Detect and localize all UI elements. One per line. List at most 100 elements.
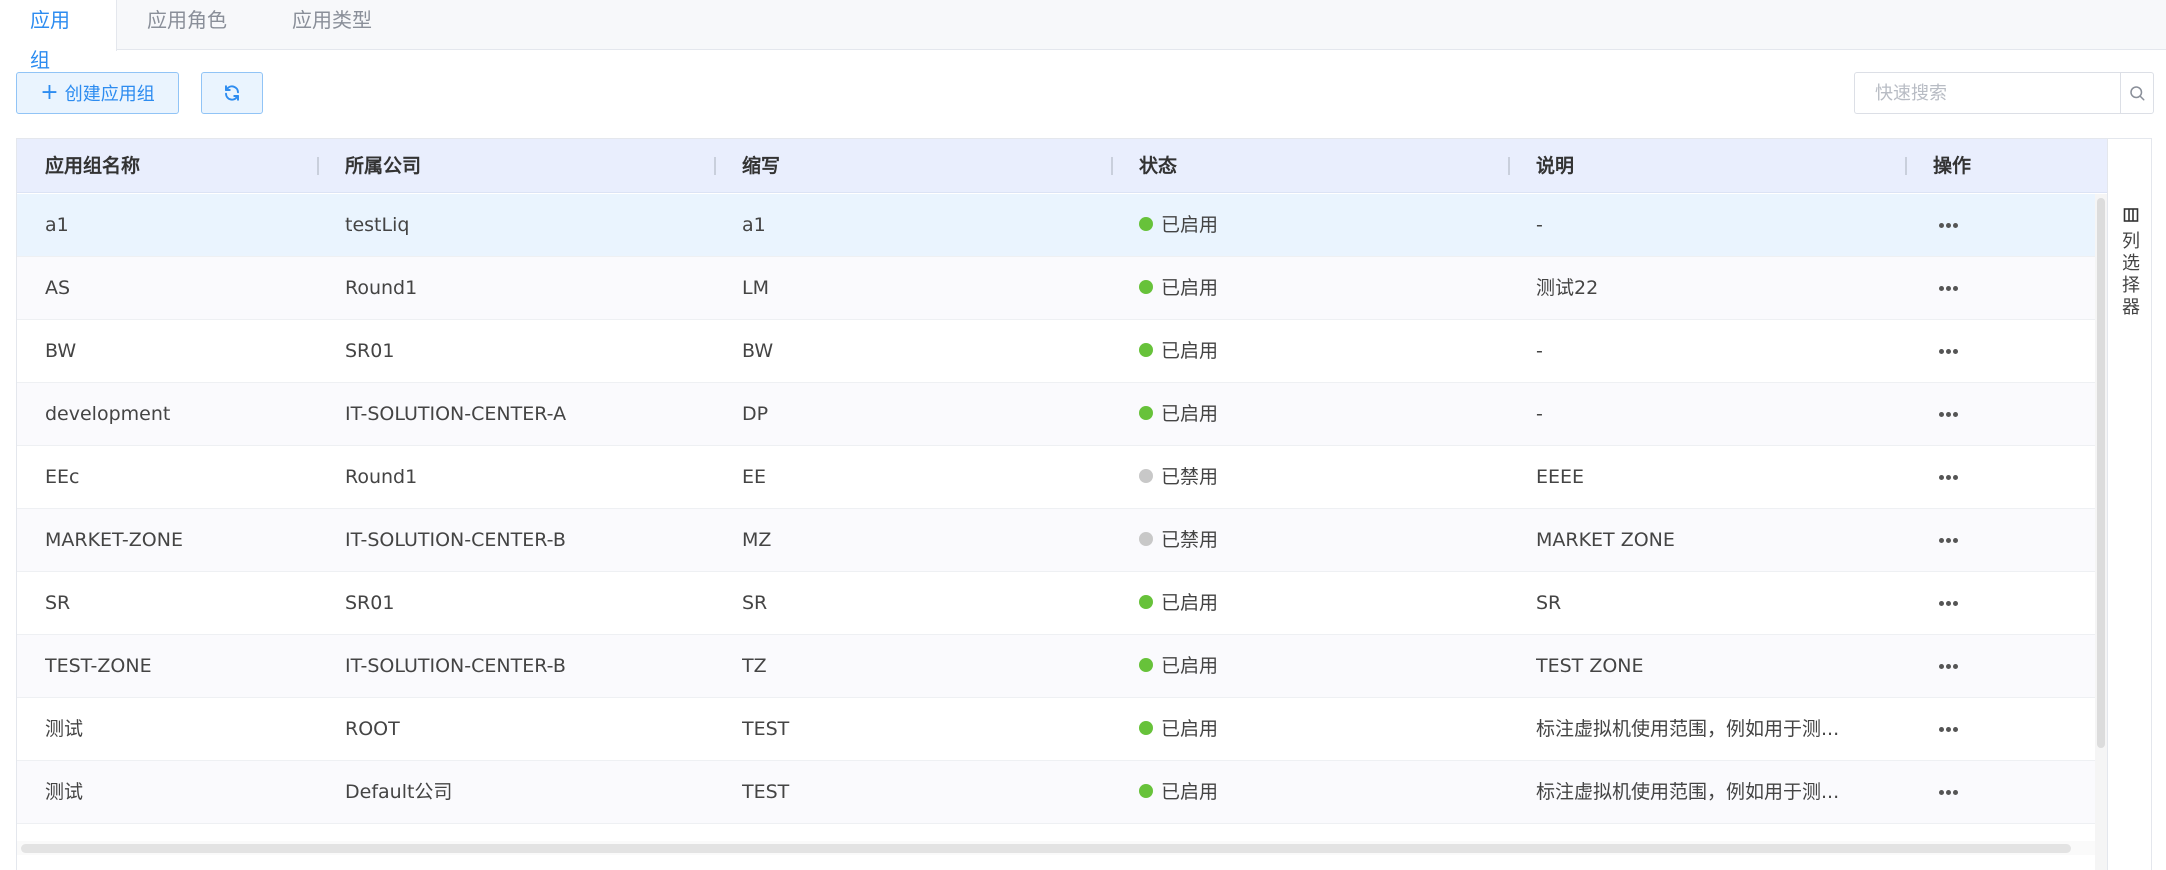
status-badge: 已禁用 [1161,466,1219,488]
table-row[interactable]: development IT-SOLUTION-CENTER-A DP - 已启用 [17,383,2095,446]
cell-abbr: SR [742,592,768,614]
cell-name: SR [45,592,71,614]
column-resize-handle[interactable] [1508,157,1510,175]
more-icon[interactable] [1933,572,1963,635]
column-header-description[interactable]: 说明 [1536,139,1574,193]
cell-company: Round1 [345,277,418,299]
column-header-abbr[interactable]: 缩写 [742,139,780,193]
table-row[interactable]: 测试 ROOT TEST 标注虚拟机使用范围，例如用于测... 已启用 [17,698,2095,761]
column-resize-handle[interactable] [714,157,716,175]
search-input[interactable] [1855,73,2120,113]
cell-description: - [1536,214,1543,236]
table-row[interactable]: MARKET-ZONE IT-SOLUTION-CENTER-B MZ MARKET … [17,509,2095,572]
cell-name: BW [45,340,77,362]
status-dot [1139,217,1153,231]
cell-company: SR01 [345,340,395,362]
cell-description: EEEE [1536,466,1585,488]
more-icon[interactable] [1933,320,1963,383]
more-icon[interactable] [1933,635,1963,698]
more-icon-dot [1945,538,1951,543]
cell-name: MARKET-ZONE [45,529,183,551]
refresh-icon [225,85,239,101]
more-icon-dot [1952,664,1958,669]
status-dot [1139,595,1153,609]
cell-description: 标注虚拟机使用范围，例如用于测... [1536,718,1840,740]
cell-abbr: TZ [742,655,767,677]
column-selector-label: 列选择器 [2122,231,2140,318]
cell-status: 已启用 [1139,761,1499,824]
table-row[interactable]: 测试 Default公司 TEST 标注虚拟机使用范围，例如用于测... 已启用 [17,761,2095,824]
cell-status: 已启用 [1139,635,1499,698]
column-resize-handle[interactable] [1111,157,1113,175]
search-icon [2130,86,2145,101]
more-icon-dot [1952,790,1958,795]
cell-company: ROOT [345,718,400,740]
more-icon-dot [1938,475,1944,480]
status-dot [1139,469,1153,483]
create-app-group-button[interactable]: + 创建应用组 [16,72,179,114]
cell-status: 已启用 [1139,257,1499,320]
tab-app-type[interactable]: 应用类型 [262,0,402,50]
cell-company: Round1 [345,466,418,488]
tab-app-role[interactable]: 应用角色 [117,0,257,50]
search-button[interactable] [2120,73,2153,113]
cell-company: SR01 [345,592,395,614]
cell-abbr: a1 [742,214,766,236]
more-icon-dot [1938,349,1944,354]
column-resize-handle[interactable] [317,157,319,175]
more-icon[interactable] [1933,761,1963,824]
vertical-scrollbar[interactable] [2095,194,2107,870]
column-selector[interactable]: 列选择器 [2107,139,2151,870]
more-icon-dot [1938,286,1944,291]
status-dot [1139,343,1153,357]
more-icon[interactable] [1933,509,1963,572]
refresh-button[interactable] [201,72,263,114]
table-row[interactable]: SR SR01 SR SR 已启用 [17,572,2095,635]
cell-abbr: BW [742,340,774,362]
column-header-name[interactable]: 应用组名称 [45,139,140,193]
more-icon-dot [1938,223,1944,228]
horizontal-scrollbar-thumb[interactable] [21,844,2071,853]
cell-abbr: DP [742,403,769,425]
create-app-group-label: 创建应用组 [64,84,155,105]
more-icon-dot [1938,727,1944,732]
status-badge: 已启用 [1161,592,1219,614]
cell-company: IT-SOLUTION-CENTER-B [345,655,566,677]
cell-description: MARKET ZONE [1536,529,1675,551]
more-icon-dot [1938,790,1944,795]
cell-name: TEST-ZONE [45,655,152,677]
table-row[interactable]: AS Round1 LM 测试22 已启用 [17,257,2095,320]
more-icon-dot [1938,412,1944,417]
cell-company: Default公司 [345,781,453,803]
cell-name: a1 [45,214,69,236]
more-icon[interactable] [1933,383,1963,446]
horizontal-scrollbar[interactable] [17,841,2095,855]
cell-name: 测试 [45,781,84,803]
table-row[interactable]: TEST-ZONE IT-SOLUTION-CENTER-B TZ TEST ZONE… [17,635,2095,698]
column-header-company[interactable]: 所属公司 [345,139,421,193]
vertical-scrollbar-thumb[interactable] [2097,198,2105,748]
column-resize-handle[interactable] [1905,157,1907,175]
more-icon[interactable] [1933,446,1963,509]
more-icon[interactable] [1933,194,1963,257]
cell-status: 已启用 [1139,383,1499,446]
plus-icon: + [40,80,59,105]
table-row[interactable]: BW SR01 BW - 已启用 [17,320,2095,383]
more-icon-dot [1945,790,1951,795]
cell-abbr: TEST [742,718,790,740]
app-group-table: 应用组名称 所属公司 缩写 状态 说明 操作 a1 testLiq a1- 已启用 AS… [16,138,2152,870]
cell-description: - [1536,340,1543,362]
more-icon-dot [1945,412,1951,417]
cell-company: IT-SOLUTION-CENTER-B [345,529,566,551]
more-icon-dot [1945,475,1951,480]
table-row[interactable]: a1 testLiq a1 - 已启用 [17,194,2095,257]
more-icon-dot [1952,475,1958,480]
column-header-status[interactable]: 状态 [1139,139,1177,193]
table-row[interactable]: EEc Round1 EE EEEE 已禁用 [17,446,2095,509]
cell-status: 已启用 [1139,194,1499,257]
tab-app-group[interactable]: 应用组 [0,0,117,72]
more-icon[interactable] [1933,257,1963,320]
more-icon[interactable] [1933,698,1963,761]
more-icon-dot [1945,727,1951,732]
more-icon-dot [1945,286,1951,291]
